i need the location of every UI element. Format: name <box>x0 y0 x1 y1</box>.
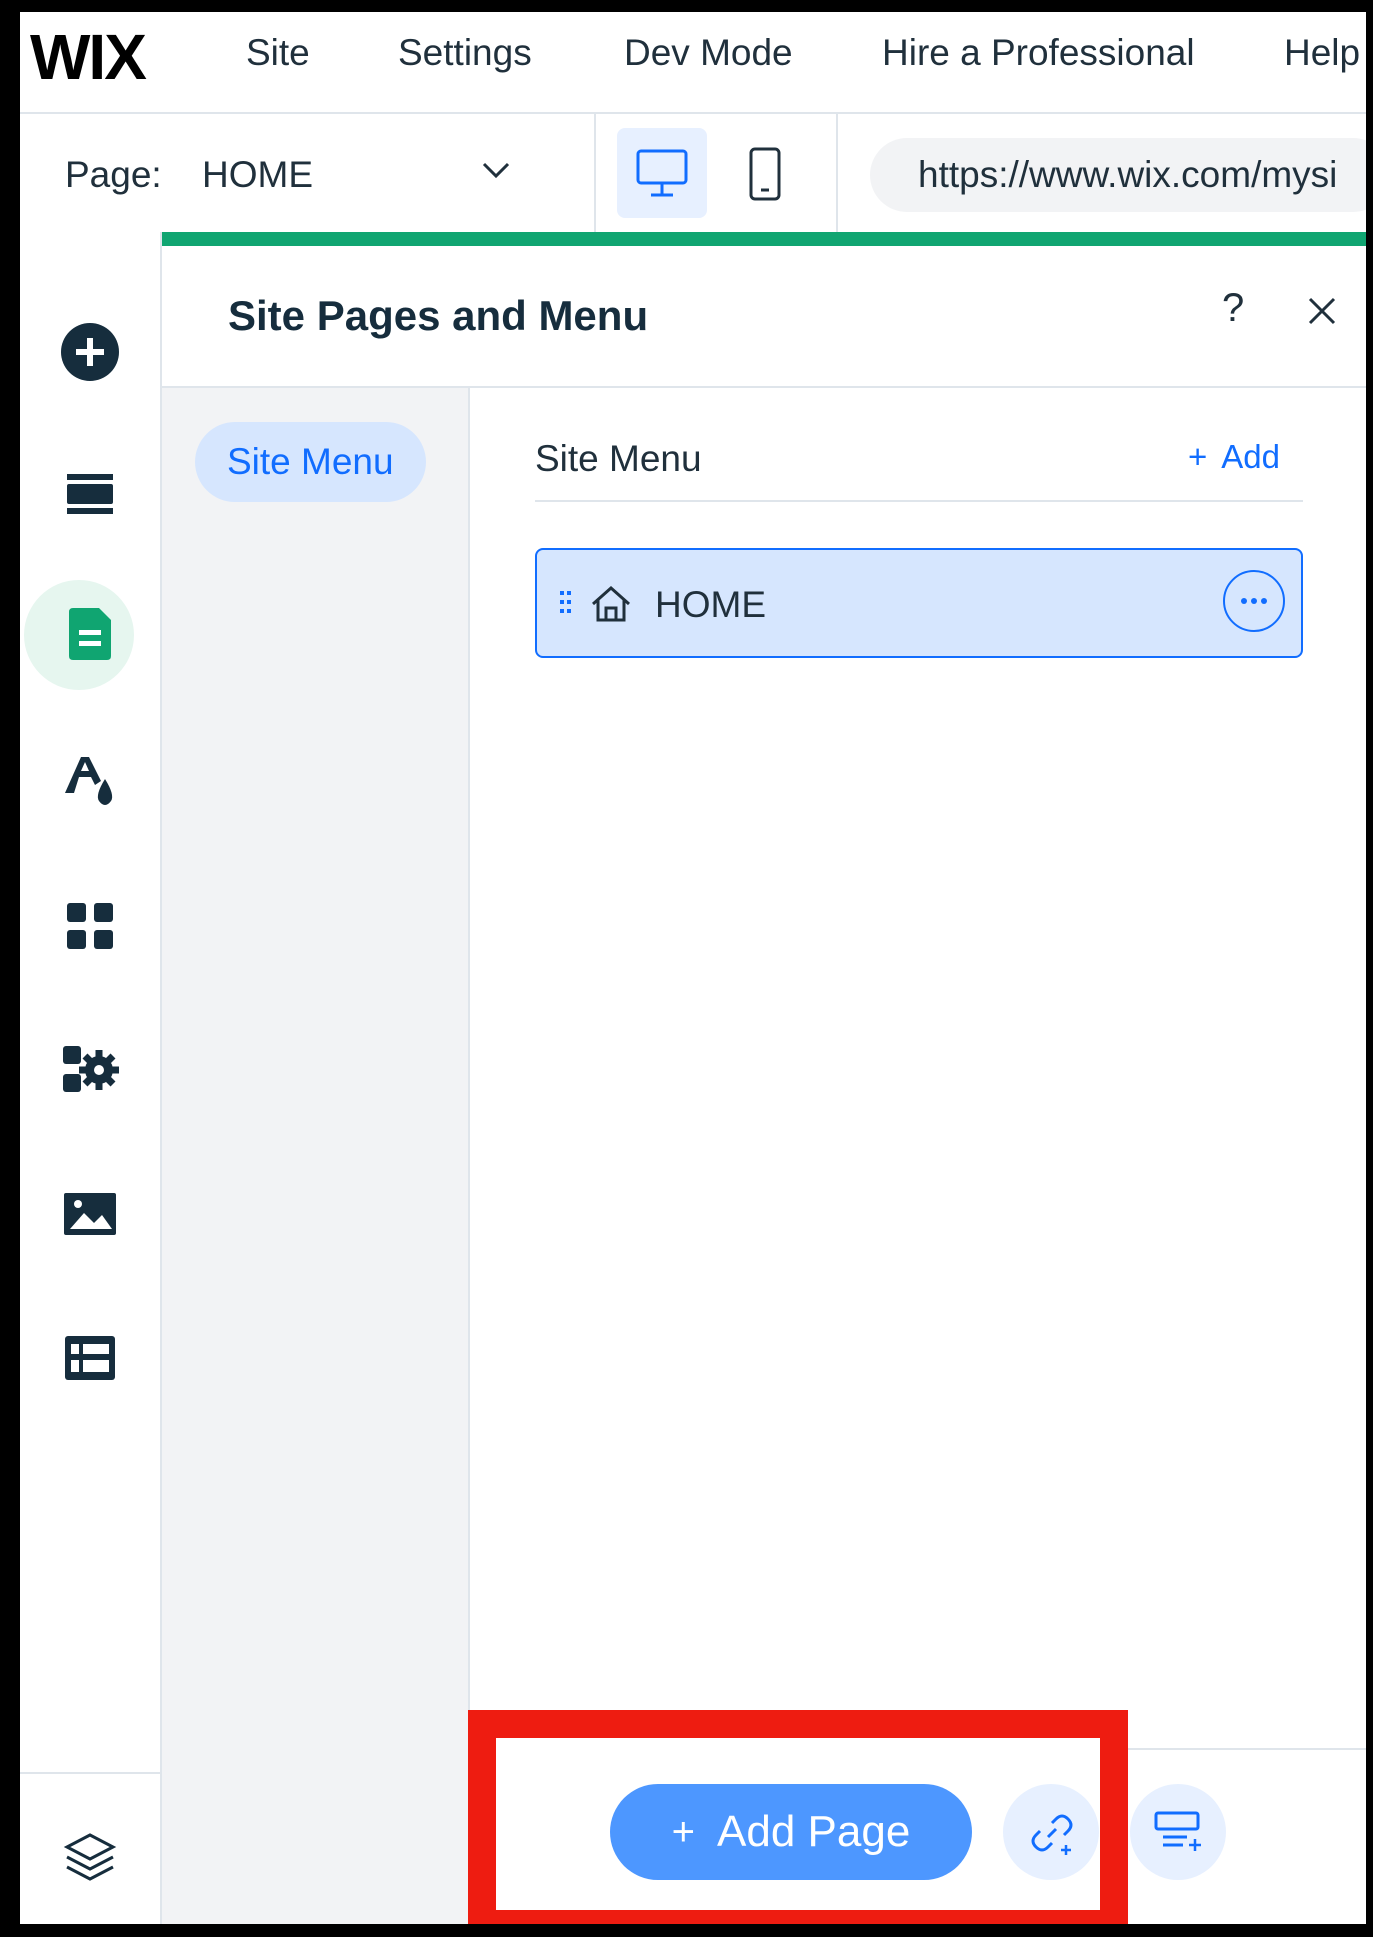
theme-button[interactable] <box>20 742 160 822</box>
more-actions-button[interactable] <box>1223 570 1285 632</box>
menu-settings[interactable]: Settings <box>398 32 532 74</box>
add-link-button[interactable] <box>1003 1784 1099 1880</box>
editor-toolbar: Page: HOME https://www.wix.com/mysi <box>20 114 1366 234</box>
left-rail <box>20 232 162 1924</box>
mobile-icon <box>749 147 781 201</box>
home-icon <box>589 584 633 629</box>
media-button[interactable] <box>20 1174 160 1254</box>
tab-site-menu[interactable]: Site Menu <box>195 422 426 502</box>
panel-header: Site Pages and Menu ? <box>162 246 1366 388</box>
panel-sidebar: Site Menu <box>162 388 470 1924</box>
section-title: Site Menu <box>535 438 702 479</box>
plus-icon: + <box>1188 438 1208 475</box>
drag-handle-icon[interactable] <box>559 590 573 621</box>
theme-icon <box>65 757 113 805</box>
chevron-down-icon[interactable] <box>480 158 512 187</box>
toolbar-divider <box>594 114 596 232</box>
add-page-label: Add Page <box>717 1807 911 1856</box>
wix-logo: WIX <box>30 21 147 93</box>
add-elements-icon <box>61 323 119 381</box>
pages-icon <box>69 608 111 660</box>
sections-button[interactable] <box>20 454 160 534</box>
menu-site[interactable]: Site <box>246 32 310 74</box>
site-url-text: https://www.wix.com/mysi <box>918 154 1338 195</box>
link-add-icon <box>1031 1814 1073 1855</box>
desktop-view-button[interactable] <box>617 128 707 218</box>
desktop-icon <box>636 149 688 197</box>
apps-button[interactable] <box>20 886 160 966</box>
apps-icon <box>67 903 113 949</box>
editor-window: WIX Site Settings Dev Mode Hire a Profes… <box>20 12 1366 1924</box>
cms-icon <box>65 1336 115 1380</box>
pages-button[interactable] <box>20 594 160 674</box>
page-list-item[interactable]: HOME <box>535 548 1303 658</box>
layers-icon <box>63 1833 117 1881</box>
site-url-field[interactable]: https://www.wix.com/mysi <box>870 138 1366 212</box>
close-icon[interactable] <box>1305 294 1339 333</box>
add-elements-button[interactable] <box>20 312 160 392</box>
menu-help[interactable]: Help <box>1284 32 1360 74</box>
rail-divider <box>20 1772 160 1774</box>
media-icon <box>64 1193 116 1235</box>
business-apps-icon <box>63 1046 119 1092</box>
sections-icon <box>67 474 113 514</box>
page-selector-value[interactable]: HOME <box>202 154 313 196</box>
cms-button[interactable] <box>20 1318 160 1398</box>
toolbar-divider <box>836 114 838 232</box>
panel-title: Site Pages and Menu <box>228 292 649 339</box>
top-menubar: WIX Site Settings Dev Mode Hire a Profes… <box>20 12 1366 114</box>
menu-dev-mode[interactable]: Dev Mode <box>624 32 793 74</box>
plus-icon: + <box>671 1809 696 1854</box>
panel-content: Site Menu + Add HOME <box>470 388 1366 1748</box>
page-selector-label: Page: <box>65 154 162 195</box>
add-page-button[interactable]: + Add Page <box>610 1784 972 1880</box>
add-label: Add <box>1221 438 1280 475</box>
business-apps-button[interactable] <box>20 1030 160 1110</box>
add-dropdown-button[interactable] <box>1130 1784 1226 1880</box>
more-icon <box>1241 598 1267 604</box>
page-list-item-label: HOME <box>655 584 766 625</box>
layers-button[interactable] <box>20 1818 160 1898</box>
menu-hire-a-professional[interactable]: Hire a Professional <box>882 32 1195 74</box>
help-button[interactable]: ? <box>1222 286 1244 331</box>
section-divider <box>535 500 1303 502</box>
dropdown-add-icon <box>1154 1811 1201 1851</box>
add-menu-item-button[interactable]: + Add <box>1188 438 1280 476</box>
loading-progress-bar <box>162 232 1366 246</box>
